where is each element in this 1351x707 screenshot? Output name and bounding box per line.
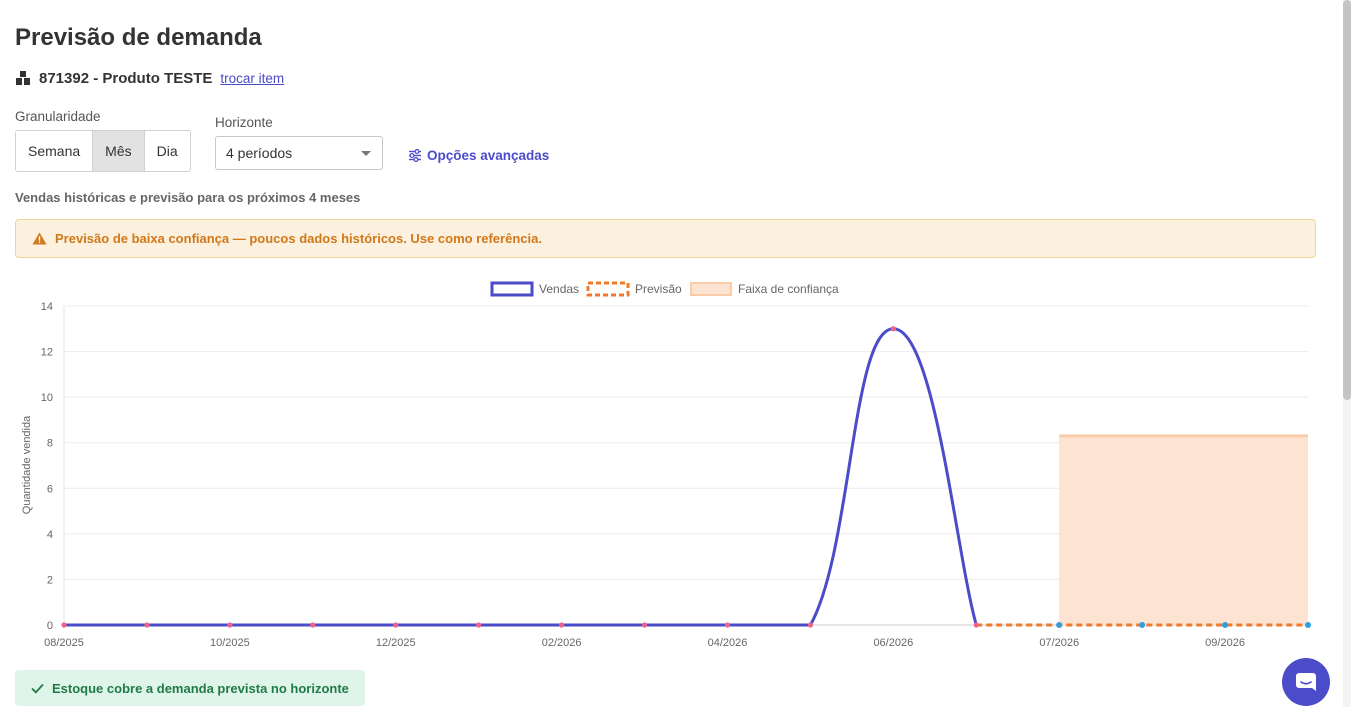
granularity-label: Granularidade <box>15 109 101 124</box>
chat-bubble-icon <box>1296 673 1316 691</box>
sales-point <box>144 622 150 628</box>
low-confidence-warning: Previsão de baixa confiança — poucos dad… <box>15 219 1316 258</box>
warning-text: Previsão de baixa confiança — poucos dad… <box>55 231 542 246</box>
granularity-day-button[interactable]: Dia <box>144 131 190 171</box>
legend-label-faixa: Faixa de confiança <box>738 282 839 296</box>
x-tick-label: 10/2025 <box>210 637 250 649</box>
y-axis-label: Quantidade vendida <box>21 415 33 514</box>
advanced-options-label: Opções avançadas <box>427 148 550 163</box>
x-tick-label: 06/2026 <box>873 637 913 649</box>
y-tick-label: 2 <box>47 574 53 586</box>
x-tick-label: 12/2025 <box>376 637 416 649</box>
warning-triangle-icon <box>32 232 47 245</box>
x-tick-label: 04/2026 <box>708 637 748 649</box>
page-scrollbar[interactable] <box>1343 0 1351 707</box>
legend-label-previsao: Previsão <box>635 282 682 296</box>
swap-item-link[interactable]: trocar item <box>220 71 284 86</box>
item-header: 871392 - Produto TESTE trocar item <box>15 68 284 88</box>
demand-chart: Vendas Previsão Faixa de confiança Quant… <box>21 281 1311 649</box>
sales-point <box>890 326 896 332</box>
page-title: Previsão de demanda <box>15 24 262 51</box>
sales-line <box>64 327 978 627</box>
x-tick-label: 09/2026 <box>1205 637 1245 649</box>
sales-point <box>724 622 731 628</box>
chart-subtitle: Vendas históricas e previsão para os pró… <box>15 190 361 205</box>
check-icon <box>31 683 44 694</box>
y-tick-label: 14 <box>41 301 53 313</box>
horizon-select[interactable]: 4 períodos <box>215 136 383 170</box>
confidence-band-area <box>1059 435 1308 625</box>
y-tick-label: 0 <box>47 620 53 632</box>
horizon-label: Horizonte <box>215 115 273 130</box>
horizon-select-value: 4 períodos <box>226 145 293 161</box>
granularity-toggle: Semana Mês Dia <box>15 130 191 172</box>
granularity-week-button[interactable]: Semana <box>16 131 94 171</box>
stock-status-badge: Estoque cobre a demanda prevista no hori… <box>15 670 365 706</box>
legend-label-vendas: Vendas <box>539 282 579 296</box>
sales-point <box>227 622 233 628</box>
legend-item-previsao[interactable]: Previsão <box>586 281 682 297</box>
x-tick-label: 07/2026 <box>1039 637 1079 649</box>
y-tick-label: 6 <box>47 483 53 495</box>
granularity-month-button[interactable]: Mês <box>93 131 145 171</box>
sales-point <box>61 622 67 628</box>
advanced-options-link[interactable]: Opções avançadas <box>408 148 549 163</box>
stock-status-text: Estoque cobre a demanda prevista no hori… <box>52 680 349 696</box>
chat-button[interactable] <box>1282 658 1330 706</box>
item-name: 871392 - Produto TESTE <box>39 69 213 87</box>
sliders-icon <box>409 149 421 162</box>
y-tick-label: 8 <box>47 438 53 450</box>
legend-item-vendas[interactable]: Vendas <box>490 281 579 297</box>
sales-point <box>393 622 399 628</box>
forecast-point <box>1305 622 1311 628</box>
sales-point <box>559 622 565 628</box>
chart-legend: Vendas Previsão Faixa de confiança <box>490 281 839 297</box>
y-tick-label: 12 <box>41 347 53 359</box>
legend-item-faixa[interactable]: Faixa de confiança <box>690 282 839 296</box>
sales-point <box>973 622 979 628</box>
forecast-point <box>1056 622 1063 628</box>
sales-point <box>310 622 316 628</box>
forecast-point <box>1139 622 1146 628</box>
forecast-point <box>1222 622 1229 628</box>
scrollbar-thumb[interactable] <box>1343 0 1351 400</box>
sales-point <box>641 622 648 628</box>
y-tick-label: 4 <box>47 529 53 541</box>
boxes-icon <box>15 70 31 86</box>
x-tick-label: 02/2026 <box>542 637 582 649</box>
sales-point <box>807 622 814 628</box>
chevron-down-icon <box>361 151 371 156</box>
y-tick-label: 10 <box>41 392 53 404</box>
sales-point <box>476 622 482 628</box>
x-tick-label: 08/2025 <box>44 637 84 649</box>
